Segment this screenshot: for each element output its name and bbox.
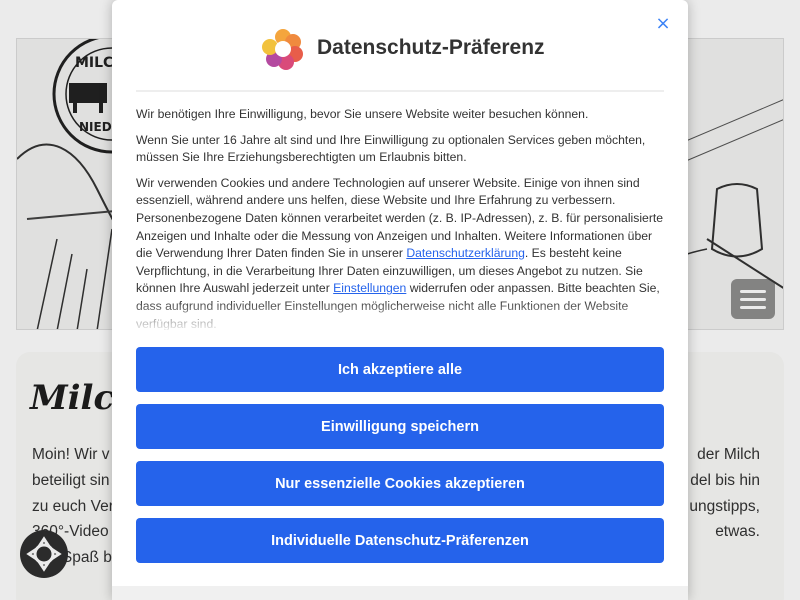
dialog-body[interactable]: Wir benötigen Ihre Einwilligung, bevor S… [136,106,666,330]
dialog-header: Datenschutz-Präferenz × [112,0,688,90]
age-notice-paragraph: Wenn Sie unter 16 Jahre alt sind und Ihr… [136,132,646,165]
datenschutz-logo-icon [262,29,303,70]
privacy-policy-link[interactable]: Datenschutzerklärung [406,246,525,260]
save-consent-button[interactable]: Einwilligung speichern [136,404,664,449]
header-divider [136,90,664,92]
close-icon[interactable]: × [654,15,672,33]
settings-link[interactable]: Einstellungen [333,281,406,295]
consent-paragraph: Wir benötigen Ihre Einwilligung, bevor S… [136,107,589,121]
dialog-footer [112,586,688,600]
body-fade [136,300,666,332]
accept-all-button[interactable]: Ich akzeptiere alle [136,347,664,392]
individual-preferences-button[interactable]: Individuelle Datenschutz-Präferenzen [136,518,664,563]
essential-only-button[interactable]: Nur essenzielle Cookies akzeptieren [136,461,664,506]
privacy-dialog: Datenschutz-Präferenz × Wir benötigen Ih… [112,0,688,600]
dialog-title: Datenschutz-Präferenz [317,36,545,59]
